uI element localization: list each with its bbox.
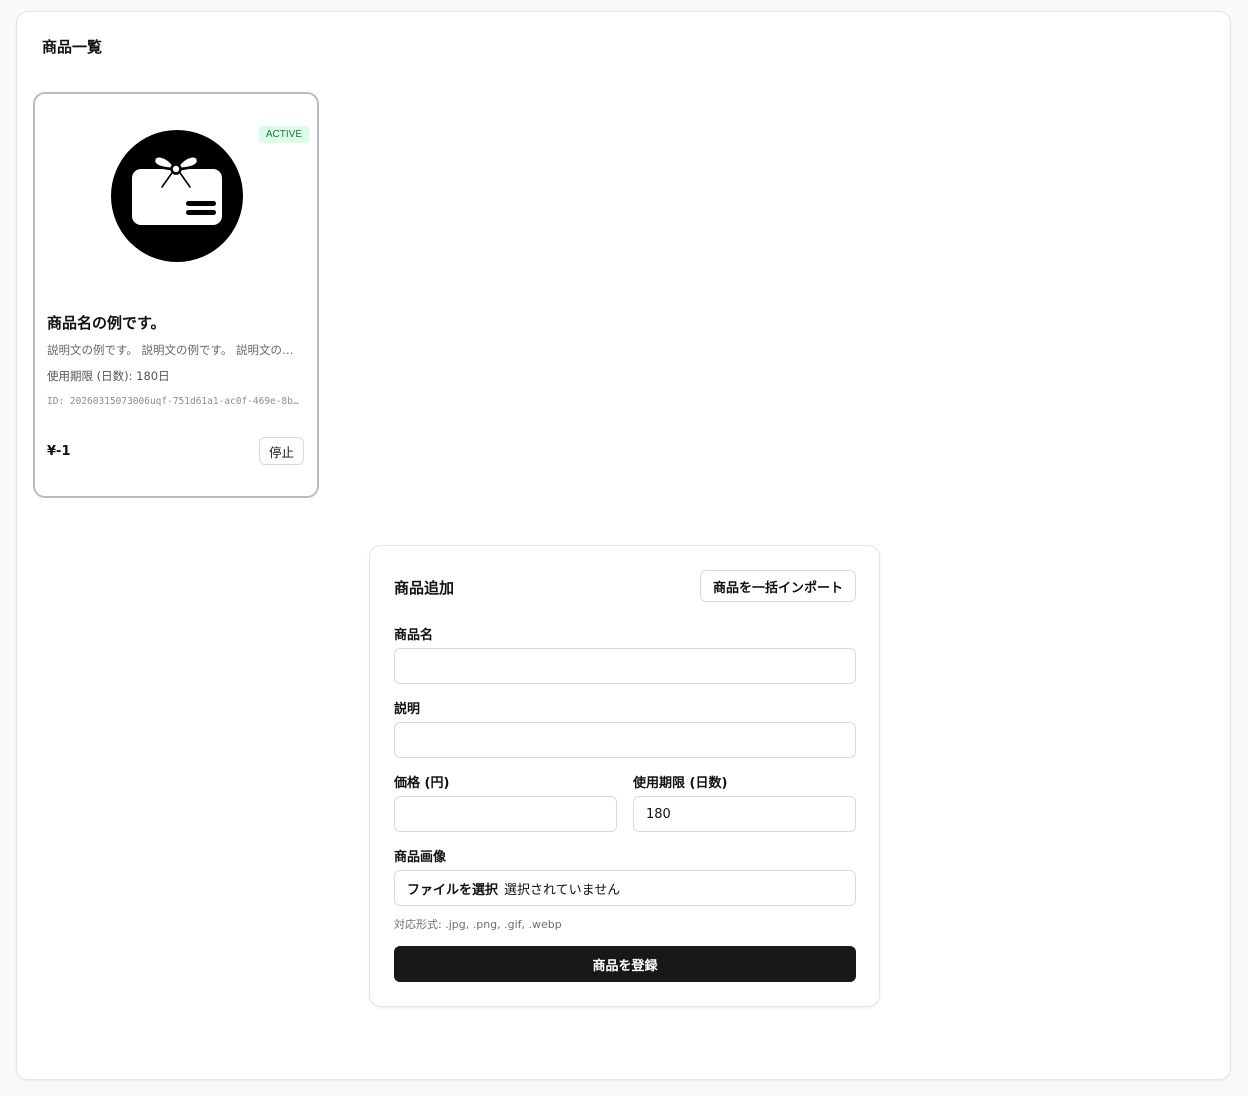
description-input[interactable] <box>394 722 856 758</box>
add-product-form: 商品追加 商品を一括インポート 商品名 説明 価格 (円) 使用期限 (日数) … <box>369 545 880 1007</box>
product-id: ID: 20260315073006uqf-751d61a1-ac0f-469e… <box>47 396 303 407</box>
bulk-import-button[interactable]: 商品を一括インポート <box>699 570 856 602</box>
expiry-label: 使用期限 (日数) <box>633 776 728 791</box>
supported-formats-hint: 対応形式: .jpg, .png, .gif, .webp <box>394 918 562 931</box>
price-input[interactable] <box>394 796 617 832</box>
image-file-input[interactable]: ファイルを選択 選択されていません <box>394 870 856 906</box>
name-label: 商品名 <box>394 628 434 643</box>
product-list-title: 商品一覧 <box>42 38 103 56</box>
product-description: 説明文の例です。 説明文の例です。 説明文の例です。 <box>47 343 305 357</box>
price-label: 価格 (円) <box>394 776 450 791</box>
image-label: 商品画像 <box>394 850 447 865</box>
expiry-input[interactable] <box>633 796 856 832</box>
product-name: 商品名の例です。 <box>47 314 166 332</box>
register-product-button[interactable]: 商品を登録 <box>394 946 856 982</box>
product-name-input[interactable] <box>394 648 856 684</box>
product-page-panel: 商品一覧 ACTIVE 商品名の例です。 説明文の例です。 説明文の例です。 説… <box>16 11 1231 1080</box>
form-title: 商品追加 <box>394 579 455 597</box>
file-status: 選択されていません <box>504 882 621 898</box>
product-card[interactable]: ACTIVE 商品名の例です。 説明文の例です。 説明文の例です。 説明文の例で… <box>33 92 319 498</box>
description-label: 説明 <box>394 702 421 717</box>
stop-button[interactable]: 停止 <box>258 437 304 465</box>
gift-card-icon <box>111 130 243 262</box>
product-price: ¥-1 <box>47 444 71 459</box>
status-badge: ACTIVE <box>258 126 309 143</box>
product-expiry: 使用期限 (日数): 180日 <box>47 369 170 383</box>
choose-file-button[interactable]: ファイルを選択 <box>407 879 498 898</box>
